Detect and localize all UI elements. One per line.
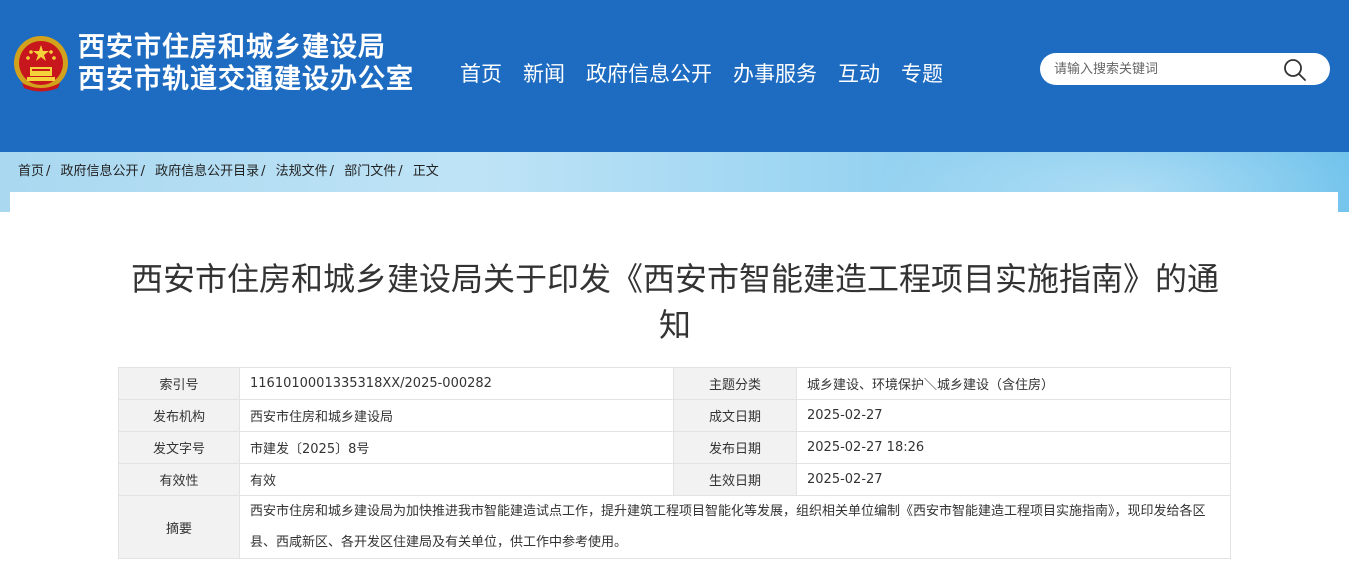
nav-gov-info[interactable]: 政府信息公开 <box>586 58 712 90</box>
created-date-label: 成文日期 <box>673 399 797 432</box>
breadcrumb-dept-docs[interactable]: 部门文件 <box>344 164 396 179</box>
publisher-label: 发布机构 <box>118 399 240 432</box>
site-header: 西安市住房和城乡建设局 西安市轨道交通建设办公室 首页 新闻 政府信息公开 办事… <box>0 0 1349 152</box>
site-name-line2: 西安市轨道交通建设办公室 <box>78 64 414 95</box>
validity-label: 有效性 <box>118 463 240 496</box>
breadcrumb-home[interactable]: 首页 <box>18 164 44 179</box>
nav-home[interactable]: 首页 <box>460 58 502 90</box>
nav-topics[interactable]: 专题 <box>901 58 943 90</box>
main-nav: 首页 新闻 政府信息公开 办事服务 互动 专题 <box>460 58 964 90</box>
topic-value: 城乡建设、环境保护＼城乡建设（含住房） <box>796 367 1231 400</box>
published-date-label: 发布日期 <box>673 431 797 464</box>
published-date-value: 2025-02-27 18:26 <box>796 431 1231 464</box>
search-input[interactable] <box>1054 53 1284 85</box>
table-row: 索引号 1161010001335318XX/2025-000282 主题分类 … <box>118 367 1231 400</box>
breadcrumb-separator: / <box>140 164 145 179</box>
publisher-value: 西安市住房和城乡建设局 <box>239 399 674 432</box>
topic-label: 主题分类 <box>673 367 797 400</box>
effective-date-label: 生效日期 <box>673 463 797 496</box>
table-row: 摘要 西安市住房和城乡建设局为加快推进我市智能建造试点工作，提升建筑工程项目智能… <box>118 495 1231 559</box>
search-icon[interactable] <box>1282 57 1308 83</box>
table-row: 发文字号 市建发〔2025〕8号 发布日期 2025-02-27 18:26 <box>118 431 1231 464</box>
site-name-line1: 西安市住房和城乡建设局 <box>78 32 386 63</box>
abstract-label: 摘要 <box>118 495 240 559</box>
table-row: 发布机构 西安市住房和城乡建设局 成文日期 2025-02-27 <box>118 399 1231 432</box>
breadcrumb-separator: / <box>261 164 266 179</box>
breadcrumb-gov-info[interactable]: 政府信息公开 <box>61 164 139 179</box>
index-no-label: 索引号 <box>118 367 240 400</box>
nav-interaction[interactable]: 互动 <box>838 58 880 90</box>
table-row: 有效性 有效 生效日期 2025-02-27 <box>118 463 1231 496</box>
breadcrumb: 首页 / 政府信息公开 / 政府信息公开目录 / 法规文件 / 部门文件 / 正文 <box>18 163 439 181</box>
validity-value: 有效 <box>239 463 674 496</box>
nav-news[interactable]: 新闻 <box>523 58 565 90</box>
doc-no-label: 发文字号 <box>118 431 240 464</box>
index-no-value: 1161010001335318XX/2025-000282 <box>239 367 674 400</box>
document-title: 西安市住房和城乡建设局关于印发《西安市智能建造工程项目实施指南》的通知 <box>130 260 1219 344</box>
created-date-value: 2025-02-27 <box>796 399 1231 432</box>
breadcrumb-gov-info-catalog[interactable]: 政府信息公开目录 <box>155 164 259 179</box>
national-emblem-icon <box>14 36 68 92</box>
breadcrumb-separator: / <box>46 164 51 179</box>
main-content: 西安市住房和城乡建设局关于印发《西安市智能建造工程项目实施指南》的通知 索引号 … <box>10 192 1338 580</box>
abstract-value: 西安市住房和城乡建设局为加快推进我市智能建造试点工作，提升建筑工程项目智能化等发… <box>239 495 1231 559</box>
breadcrumb-separator: / <box>329 164 335 179</box>
breadcrumb-regulations[interactable]: 法规文件 <box>276 164 328 179</box>
document-meta-table: 索引号 1161010001335318XX/2025-000282 主题分类 … <box>118 367 1231 559</box>
breadcrumb-current: 正文 <box>412 164 439 179</box>
doc-no-value: 市建发〔2025〕8号 <box>239 431 674 464</box>
site-name[interactable]: 西安市住房和城乡建设局 西安市轨道交通建设办公室 <box>78 32 414 96</box>
nav-services[interactable]: 办事服务 <box>733 58 817 90</box>
breadcrumb-separator: / <box>398 164 403 179</box>
effective-date-value: 2025-02-27 <box>796 463 1231 496</box>
search-box <box>1040 53 1330 85</box>
